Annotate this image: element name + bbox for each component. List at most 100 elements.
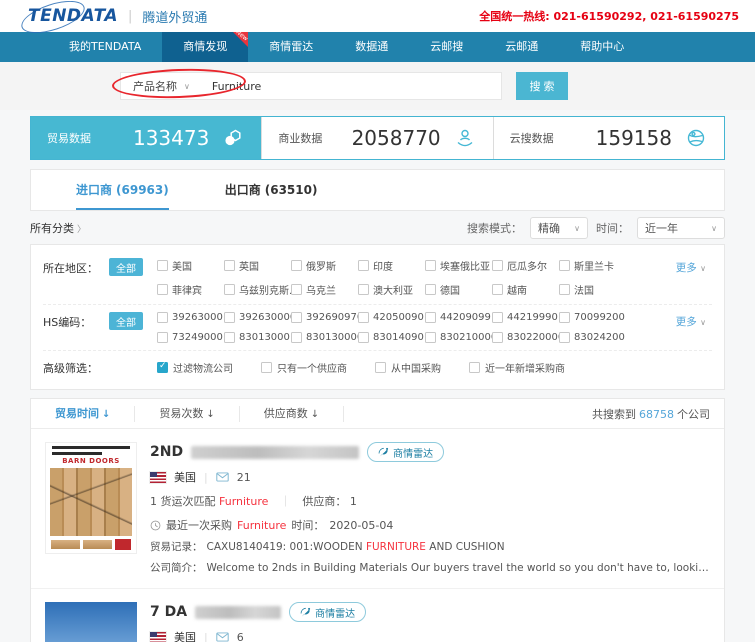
nav-item-data-link[interactable]: 数据通: [334, 32, 409, 62]
checkbox[interactable]: [358, 260, 369, 271]
nav-item-cloud-mail[interactable]: 云邮通: [484, 32, 559, 62]
tab-exporters[interactable]: 出口商(63510): [225, 170, 318, 210]
checkbox[interactable]: [224, 284, 235, 295]
hs-checkbox-item[interactable]: 83014090: [358, 332, 425, 343]
region-checkbox-item[interactable]: 印度: [358, 258, 425, 273]
region-all-button[interactable]: 全部: [109, 258, 143, 276]
checkbox[interactable]: [469, 362, 480, 373]
region-checkbox-item[interactable]: 美国: [157, 258, 224, 273]
hs-all-button[interactable]: 全部: [109, 312, 143, 330]
checkbox[interactable]: [224, 332, 235, 343]
checkbox[interactable]: [358, 332, 369, 343]
checkbox[interactable]: [291, 260, 302, 271]
search-input[interactable]: 产品名称 ∨ Furniture: [120, 72, 502, 100]
search-query-text[interactable]: Furniture: [212, 80, 261, 93]
sort-supplier-count[interactable]: 供应商数↓: [240, 406, 344, 422]
nav-item-cloud-mail-search[interactable]: 云邮搜: [409, 32, 484, 62]
hs-checkbox-item[interactable]: 8302200000: [492, 332, 559, 343]
mail-count[interactable]: 6: [237, 631, 244, 642]
mail-count[interactable]: 21: [237, 471, 251, 484]
checkbox[interactable]: [425, 312, 436, 323]
region-checkbox-item[interactable]: 法国: [559, 282, 626, 297]
checkbox[interactable]: [559, 284, 570, 295]
region-checkbox-item[interactable]: 厄瓜多尔: [492, 258, 559, 273]
company-title[interactable]: 2ND: [150, 444, 183, 460]
advanced-checkbox-item[interactable]: 从中国采购: [375, 360, 441, 375]
region-checkbox-item[interactable]: 德国: [425, 282, 492, 297]
checkbox-checked[interactable]: [157, 362, 168, 373]
logo[interactable]: TENDATA | 腾道外贸通: [28, 6, 207, 26]
stat-trade-data[interactable]: 贸易数据 133473: [31, 117, 261, 159]
hs-checkbox-item[interactable]: 44209099: [425, 312, 492, 323]
checkbox[interactable]: [559, 332, 570, 343]
tab-importers[interactable]: 进口商(69963): [76, 170, 169, 210]
region-checkbox-item[interactable]: 英国: [224, 258, 291, 273]
nav-item-help-center[interactable]: 帮助中心: [559, 32, 645, 62]
checkbox[interactable]: [492, 260, 503, 271]
region-checkbox-item[interactable]: 埃塞俄比亚: [425, 258, 492, 273]
advanced-checkbox-item[interactable]: 近一年新增采购商: [469, 360, 565, 375]
checkbox[interactable]: [375, 362, 386, 373]
checkbox[interactable]: [425, 260, 436, 271]
time-select[interactable]: 近一年∨: [637, 217, 725, 239]
business-radar-button[interactable]: 商情雷达: [289, 602, 366, 622]
hs-checkbox-item[interactable]: 83024200: [559, 332, 626, 343]
region-checkbox-item[interactable]: 俄罗斯: [291, 258, 358, 273]
advanced-checkbox-checked[interactable]: 过滤物流公司: [157, 360, 233, 375]
mail-icon[interactable]: [216, 632, 229, 642]
checkbox[interactable]: [559, 260, 570, 271]
company-title[interactable]: 7 DA: [150, 604, 187, 620]
region-checkbox-item[interactable]: 越南: [492, 282, 559, 297]
checkbox[interactable]: [291, 284, 302, 295]
stat-business-data[interactable]: 商业数据 2058770: [261, 117, 492, 159]
hs-checkbox-item[interactable]: 44219990: [492, 312, 559, 323]
region-checkbox-item[interactable]: 菲律宾: [157, 282, 224, 297]
checkbox[interactable]: [261, 362, 272, 373]
redacted-text: [191, 446, 359, 459]
hs-checkbox-item[interactable]: 3926300000: [224, 312, 291, 323]
business-radar-button[interactable]: 商情雷达: [367, 442, 444, 462]
hs-checkbox-item[interactable]: 39263000: [157, 312, 224, 323]
checkbox[interactable]: [291, 332, 302, 343]
checkbox[interactable]: [224, 312, 235, 323]
checkbox[interactable]: [157, 332, 168, 343]
checkbox[interactable]: [425, 332, 436, 343]
hs-more-link[interactable]: 更多 ∨: [676, 314, 706, 329]
search-button[interactable]: 搜 索: [516, 72, 568, 100]
checkbox[interactable]: [157, 284, 168, 295]
stat-cloud-search-data[interactable]: 云搜数据 159158: [493, 117, 724, 159]
hs-checkbox-item[interactable]: 70099200: [559, 312, 626, 323]
hs-checkbox-item[interactable]: 8301300000: [291, 332, 358, 343]
checkbox[interactable]: [291, 312, 302, 323]
region-more-link[interactable]: 更多 ∨: [676, 260, 706, 275]
hs-checkbox-item[interactable]: 3926909709: [291, 312, 358, 323]
checkbox[interactable]: [224, 260, 235, 271]
nav-item-business-discovery[interactable]: 商情发现 New: [162, 32, 248, 62]
nav-item-my-tendata[interactable]: 我的TENDATA: [48, 32, 162, 62]
all-categories-link[interactable]: 所有分类〉: [30, 220, 86, 236]
checkbox[interactable]: [492, 332, 503, 343]
checkbox[interactable]: [358, 312, 369, 323]
nav-item-business-radar[interactable]: 商情雷达: [248, 32, 334, 62]
region-checkbox-item[interactable]: 乌克兰: [291, 282, 358, 297]
search-mode-select[interactable]: 精确∨: [530, 217, 588, 239]
sort-trade-time[interactable]: 贸易时间↓: [31, 406, 135, 422]
checkbox[interactable]: [492, 284, 503, 295]
region-checkbox-item[interactable]: 斯里兰卡: [559, 258, 626, 273]
sort-trade-count[interactable]: 贸易次数↓: [135, 406, 239, 422]
mail-icon[interactable]: [216, 472, 229, 482]
checkbox[interactable]: [157, 260, 168, 271]
search-category-dropdown[interactable]: 产品名称 ∨: [121, 78, 200, 94]
hs-checkbox-item[interactable]: 42050090: [358, 312, 425, 323]
checkbox[interactable]: [358, 284, 369, 295]
checkbox[interactable]: [425, 284, 436, 295]
advanced-checkbox-item[interactable]: 只有一个供应商: [261, 360, 347, 375]
region-checkbox-item[interactable]: 乌兹别克斯...: [224, 282, 291, 297]
checkbox[interactable]: [157, 312, 168, 323]
checkbox[interactable]: [559, 312, 570, 323]
region-checkbox-item[interactable]: 澳大利亚: [358, 282, 425, 297]
hs-checkbox-item[interactable]: 73249000: [157, 332, 224, 343]
hs-checkbox-item[interactable]: 8302100000: [425, 332, 492, 343]
checkbox[interactable]: [492, 312, 503, 323]
hs-checkbox-item[interactable]: 83013000: [224, 332, 291, 343]
